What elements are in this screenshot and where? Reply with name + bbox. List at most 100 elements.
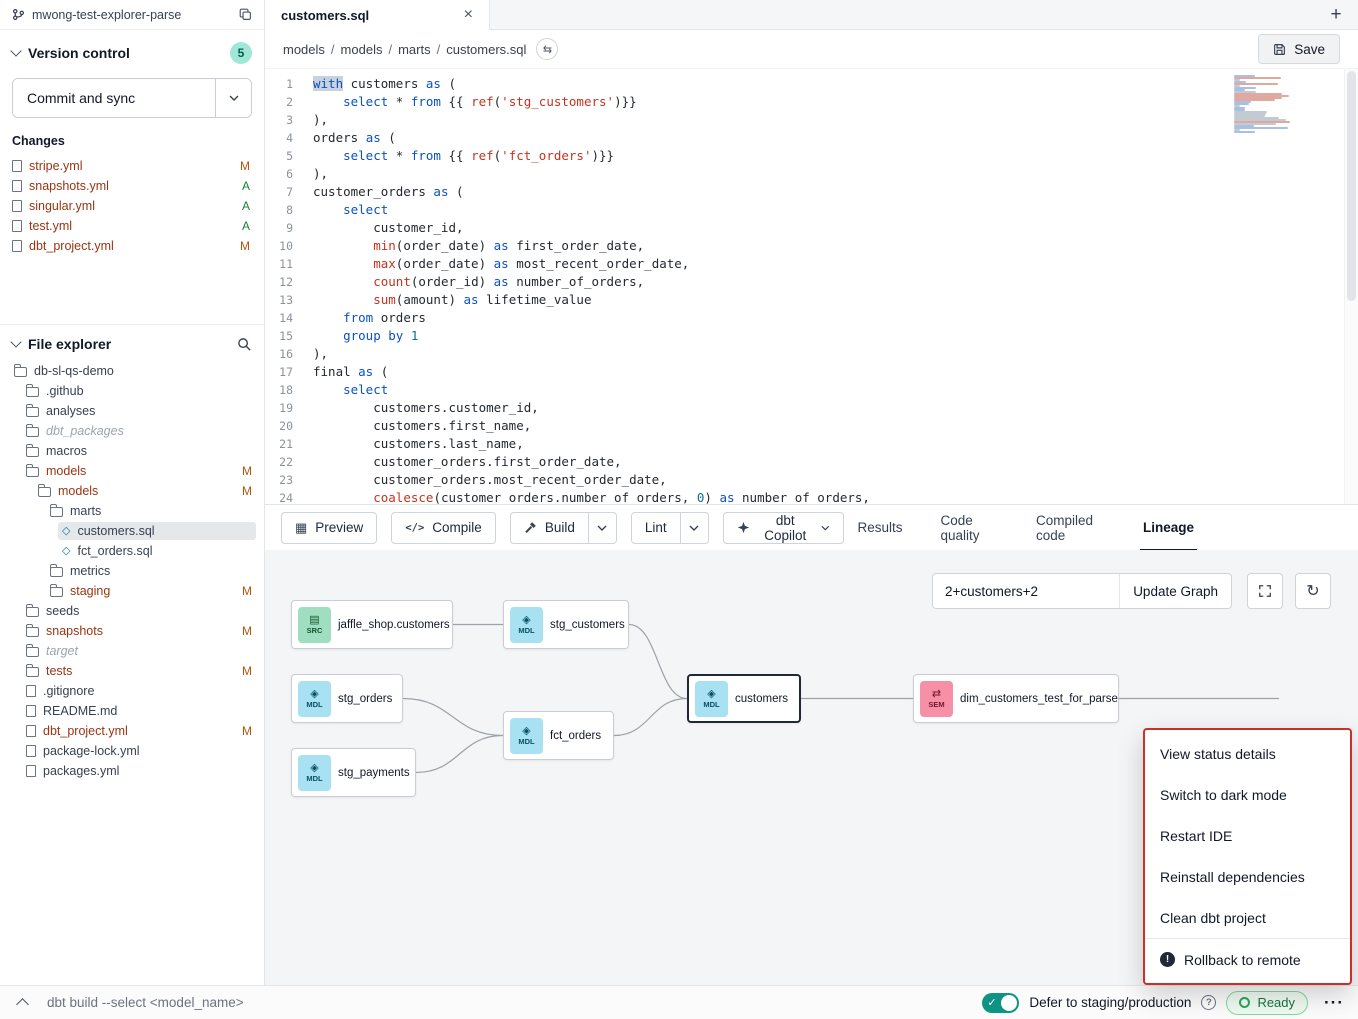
command-input[interactable]: dbt build --select <model_name> [47,995,244,1010]
lint-button[interactable]: Lint [631,512,681,544]
code-line[interactable]: 18 select [265,381,1358,399]
copy-icon[interactable] [239,8,252,21]
dbt-copilot-button[interactable]: dbt Copilot [723,512,844,544]
chevron-up-icon[interactable] [16,998,29,1011]
tree-item-db-sl-qs-demo[interactable]: db-sl-qs-demo [0,361,264,381]
fullscreen-icon[interactable] [1247,573,1283,609]
build-button[interactable]: Build [510,512,589,544]
menu-item-switch-to-dark-mode[interactable]: Switch to dark mode [1145,774,1350,815]
breadcrumb-segment[interactable]: customers.sql [446,42,526,57]
tree-item-tests[interactable]: testsM [0,661,264,681]
code-line[interactable]: 8 select [265,201,1358,219]
code-line[interactable]: 12 count(order_id) as number_of_orders, [265,273,1358,291]
lineage-node-jaffle_shop.customers[interactable]: ▤SRCjaffle_shop.customers [291,600,453,649]
menu-item-clean-dbt-project[interactable]: Clean dbt project [1145,897,1350,938]
code-line[interactable]: 1with customers as ( [265,75,1358,93]
swap-icon[interactable]: ⇆ [536,38,558,60]
lint-options-caret[interactable] [681,512,709,544]
search-icon[interactable] [237,337,252,352]
commit-options-caret[interactable] [215,79,251,117]
breadcrumb-segment[interactable]: models [341,42,383,57]
tree-item-.gitignore[interactable]: .gitignore [0,681,264,701]
code-line[interactable]: 4orders as ( [265,129,1358,147]
code-line[interactable]: 6), [265,165,1358,183]
tree-item-package-lock.yml[interactable]: package-lock.yml [0,741,264,761]
scrollbar-thumb[interactable] [1347,71,1356,301]
change-file-row[interactable]: dbt_project.ymlM [12,236,252,256]
build-options-caret[interactable] [589,512,617,544]
code-line[interactable]: 16), [265,345,1358,363]
tree-item-README.md[interactable]: README.md [0,701,264,721]
update-graph-button[interactable]: Update Graph [1120,574,1231,608]
tree-item-fct_orders.sql[interactable]: ◇fct_orders.sql [0,541,264,561]
change-file-row[interactable]: singular.ymlA [12,196,252,216]
menu-item-reinstall-dependencies[interactable]: Reinstall dependencies [1145,856,1350,897]
code-line[interactable]: 23 customer_orders.most_recent_order_dat… [265,471,1358,489]
file-explorer-header[interactable]: File explorer [0,325,264,355]
code-line[interactable]: 15 group by 1 [265,327,1358,345]
version-control-header[interactable]: Version control 5 [12,38,252,68]
tree-item-staging[interactable]: stagingM [0,581,264,601]
code-line[interactable]: 10 min(order_date) as first_order_date, [265,237,1358,255]
code-area[interactable]: 1with customers as (2 select * from {{ r… [265,69,1358,504]
help-icon[interactable]: ? [1201,995,1216,1010]
code-line[interactable]: 24 coalesce(customer_orders.number_of_or… [265,489,1358,504]
tab-customers-sql[interactable]: customers.sql × [265,0,490,30]
refresh-icon[interactable]: ↻ [1295,573,1331,609]
lineage-node-dim_customers_test_for_parse[interactable]: ⇄SEMdim_customers_test_for_parse [913,674,1119,723]
tree-item-dbt_project.yml[interactable]: dbt_project.ymlM [0,721,264,741]
menu-item-view-status-details[interactable]: View status details [1145,733,1350,774]
defer-toggle[interactable]: ✓ [982,993,1019,1013]
code-line[interactable]: 11 max(order_date) as most_recent_order_… [265,255,1358,273]
minimap[interactable] [1234,75,1292,133]
tab-compiled-code[interactable]: Compiled code [1036,505,1105,551]
code-line[interactable]: 19 customers.customer_id, [265,399,1358,417]
tab-results[interactable]: Results [858,505,903,551]
tree-item-models[interactable]: modelsM [0,461,264,481]
lineage-node-fct_orders[interactable]: ◈MDLfct_orders [503,711,614,760]
close-icon[interactable]: × [464,7,473,23]
change-file-row[interactable]: stripe.ymlM [12,156,252,176]
tree-item-marts[interactable]: marts [0,501,264,521]
code-line[interactable]: 3), [265,111,1358,129]
editor-scrollbar[interactable] [1344,69,1358,504]
code-line[interactable]: 9 customer_id, [265,219,1358,237]
code-line[interactable]: 17final as ( [265,363,1358,381]
tree-item-packages.yml[interactable]: packages.yml [0,761,264,781]
code-editor[interactable]: 1with customers as (2 select * from {{ r… [265,68,1358,504]
code-line[interactable]: 22 customer_orders.first_order_date, [265,453,1358,471]
tree-item-metrics[interactable]: metrics [0,561,264,581]
breadcrumb-segment[interactable]: models [283,42,325,57]
menu-item-restart-ide[interactable]: Restart IDE [1145,815,1350,856]
code-line[interactable]: 21 customers.last_name, [265,435,1358,453]
code-line[interactable]: 2 select * from {{ ref('stg_customers')}… [265,93,1358,111]
tree-item-target[interactable]: target [0,641,264,661]
tree-item-.github[interactable]: .github [0,381,264,401]
tree-item-customers.sql[interactable]: ◇customers.sql [0,521,264,541]
tree-item-models[interactable]: modelsM [0,481,264,501]
tab-lineage[interactable]: Lineage [1143,505,1194,551]
change-file-row[interactable]: snapshots.ymlA [12,176,252,196]
lineage-node-stg_payments[interactable]: ◈MDLstg_payments [291,748,416,797]
tree-item-seeds[interactable]: seeds [0,601,264,621]
tree-item-snapshots[interactable]: snapshotsM [0,621,264,641]
lineage-node-stg_customers[interactable]: ◈MDLstg_customers [503,600,629,649]
code-line[interactable]: 13 sum(amount) as lifetime_value [265,291,1358,309]
more-options-button[interactable]: ··· [1324,993,1344,1013]
change-file-row[interactable]: test.ymlA [12,216,252,236]
commit-and-sync-button[interactable]: Commit and sync [13,79,215,117]
tree-item-analyses[interactable]: analyses [0,401,264,421]
lineage-selector-input[interactable] [933,584,1119,599]
code-line[interactable]: 7customer_orders as ( [265,183,1358,201]
save-button[interactable]: Save [1258,34,1340,64]
lineage-node-customers[interactable]: ◈MDLcustomers [687,674,801,723]
tab-code-quality[interactable]: Code quality [941,505,998,551]
breadcrumb-segment[interactable]: marts [398,42,431,57]
compile-button[interactable]: </> Compile [391,512,496,544]
new-tab-button[interactable]: + [1314,0,1358,29]
code-line[interactable]: 14 from orders [265,309,1358,327]
tree-item-macros[interactable]: macros [0,441,264,461]
preview-button[interactable]: ▦ Preview [281,512,377,544]
menu-item-rollback-to-remote[interactable]: !Rollback to remote [1145,939,1350,980]
code-line[interactable]: 5 select * from {{ ref('fct_orders')}} [265,147,1358,165]
